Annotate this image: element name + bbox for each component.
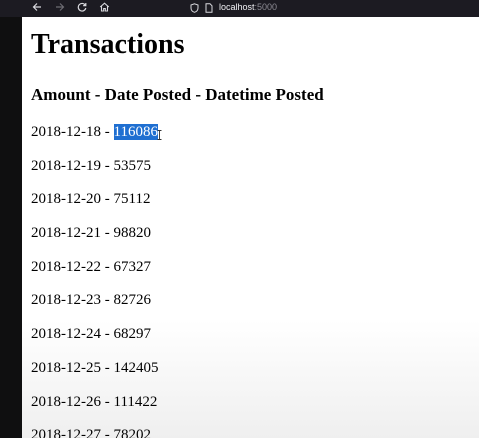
column-header: Amount - Date Posted - Datetime Posted [31, 85, 324, 104]
transaction-date: 2018-12-23 [31, 292, 101, 309]
page-content: Transactions Amount - Date Posted - Date… [22, 17, 479, 438]
transaction-date: 2018-12-22 [31, 258, 101, 275]
address-bar[interactable]: localhost:5000 [190, 0, 350, 17]
separator: - [101, 326, 114, 343]
transaction-date: 2018-12-25 [31, 359, 101, 376]
transaction-amount[interactable]: 78202 [114, 427, 152, 438]
selected-amount[interactable]: 116086 [113, 124, 158, 140]
page-info-icon[interactable] [205, 3, 213, 16]
list-item: 2018-12-23 - 82726 [31, 290, 160, 324]
forward-arrow-icon[interactable] [53, 0, 67, 17]
list-item: 2018-12-20 - 75112 [31, 189, 160, 223]
transaction-date: 2018-12-20 [31, 191, 101, 208]
transaction-date: 2018-12-27 [31, 427, 101, 438]
back-arrow-icon[interactable] [30, 0, 44, 17]
url-port: :5000 [254, 2, 278, 12]
url-host: localhost [219, 2, 255, 12]
reload-icon[interactable] [75, 0, 89, 17]
transaction-date: 2018-12-26 [31, 393, 101, 410]
separator: - [101, 359, 114, 376]
transaction-amount[interactable]: 98820 [114, 225, 152, 241]
transaction-date: 2018-12-24 [31, 326, 101, 343]
list-item: 2018-12-24 - 68297 [31, 324, 160, 358]
transaction-amount[interactable]: 67327 [114, 259, 152, 275]
transaction-list: 2018-12-18 - 116086 2018-12-19 - 53575 201… [31, 122, 162, 438]
separator: - [101, 191, 114, 208]
separator: - [101, 292, 114, 309]
browser-toolbar: localhost:5000 [0, 0, 479, 17]
transaction-date: 2018-12-21 [31, 225, 101, 242]
shield-icon[interactable] [190, 3, 199, 16]
separator: - [101, 258, 114, 275]
transaction-amount[interactable]: 82726 [114, 292, 152, 308]
transaction-amount[interactable]: 75112 [114, 191, 151, 207]
text-cursor-icon [157, 130, 162, 140]
separator: - [101, 427, 114, 438]
dark-side-frame [0, 17, 22, 438]
transaction-amount[interactable]: 111422 [114, 394, 158, 410]
page-title: Transactions [31, 29, 185, 60]
url-text[interactable]: localhost:5000 [219, 1, 277, 14]
list-item: 2018-12-27 - 78202 [31, 425, 160, 438]
home-icon[interactable] [97, 0, 111, 17]
transaction-date: 2018-12-18 [31, 124, 101, 140]
list-item: 2018-12-18 - 116086 [31, 122, 162, 156]
list-item: 2018-12-21 - 98820 [31, 223, 160, 257]
separator: - [101, 393, 114, 410]
transaction-amount[interactable]: 53575 [114, 158, 152, 174]
list-item: 2018-12-19 - 53575 [31, 156, 160, 190]
transaction-amount[interactable]: 68297 [114, 326, 152, 342]
separator: - [101, 157, 114, 174]
list-item: 2018-12-25 - 142405 [31, 358, 160, 392]
transaction-date: 2018-12-19 [31, 157, 101, 174]
separator: - [101, 124, 114, 140]
list-item: 2018-12-22 - 67327 [31, 257, 160, 291]
transaction-amount[interactable]: 142405 [114, 360, 159, 376]
list-item: 2018-12-26 - 111422 [31, 392, 160, 426]
separator: - [101, 225, 114, 242]
